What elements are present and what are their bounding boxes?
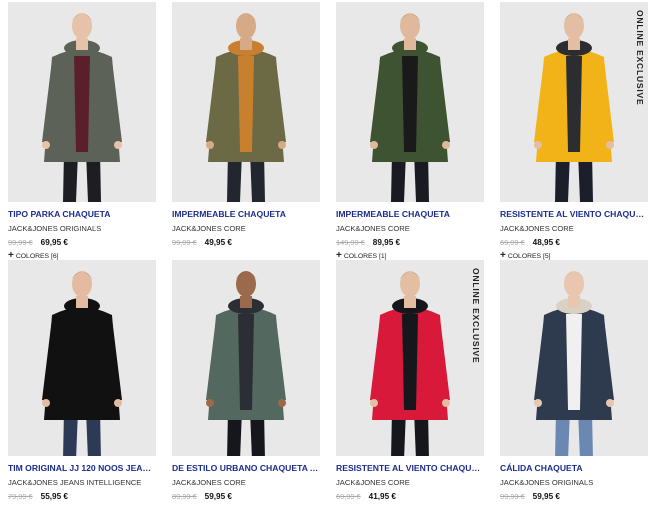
sale-price: 89,95 € (372, 238, 401, 247)
product-photo[interactable] (500, 260, 648, 456)
original-price: 79,99 € (8, 492, 33, 501)
product-prices: 99,99 € 49,95 € (172, 238, 320, 247)
sale-price: 59,95 € (204, 492, 232, 501)
product-photo[interactable] (8, 2, 156, 202)
product-brand: JACK&JONES CORE (172, 224, 246, 233)
original-price: 99,99 € (8, 238, 33, 247)
original-price: 69,99 € (500, 238, 525, 247)
product-card[interactable]: DE ESTILO URBANO CHAQUETA ACOLCHADA JACK… (172, 252, 320, 504)
original-price: 89,99 € (172, 492, 197, 501)
product-photo[interactable] (172, 260, 320, 456)
product-photo[interactable]: ONLINE EXCLUSIVE (336, 260, 484, 456)
sale-price: 55,95 € (40, 492, 68, 501)
product-prices: 69,99 € 48,95 € (500, 238, 648, 247)
product-card[interactable]: IMPERMEABLE CHAQUETA JACK&JONES CORE 99,… (172, 0, 320, 252)
product-photo[interactable]: ONLINE EXCLUSIVE (500, 2, 648, 202)
product-prices: 149,99 € 89,95 € (336, 238, 484, 247)
sale-price: 49,95 € (204, 238, 232, 247)
original-price: 99,99 € (500, 492, 525, 501)
product-title[interactable]: TIM ORIGINAL JJ 120 NOOS JEANS SLIM FIT (8, 463, 156, 473)
model-figure (8, 2, 156, 202)
product-brand: JACK&JONES CORE (336, 478, 410, 487)
product-card[interactable]: IMPERMEABLE CHAQUETA JACK&JONES CORE 149… (336, 0, 484, 261)
product-prices: 99,99 € 69,95 € (8, 238, 156, 247)
product-photo[interactable] (336, 2, 484, 202)
product-title[interactable]: IMPERMEABLE CHAQUETA (172, 209, 320, 219)
product-brand: JACK&JONES CORE (500, 224, 574, 233)
product-card[interactable]: TIM ORIGINAL JJ 120 NOOS JEANS SLIM FIT … (8, 252, 156, 504)
model-figure (336, 260, 484, 456)
model-figure (500, 2, 648, 202)
product-card[interactable]: ONLINE EXCLUSIVE RESISTENTE AL VIENTO CH… (336, 252, 484, 504)
product-card[interactable]: CÁLIDA CHAQUETA JACK&JONES ORIGINALS 99,… (500, 252, 648, 504)
product-title[interactable]: CÁLIDA CHAQUETA (500, 463, 648, 473)
product-grid: TIPO PARKA CHAQUETA JACK&JONES ORIGINALS… (0, 0, 650, 504)
product-brand: JACK&JONES JEANS INTELLIGENCE (8, 478, 142, 487)
sale-price: 59,95 € (532, 492, 560, 501)
original-price: 149,99 € (336, 238, 365, 247)
product-photo[interactable] (8, 260, 156, 456)
product-brand: JACK&JONES ORIGINALS (8, 224, 102, 233)
product-prices: 99,99 € 59,95 € (500, 492, 648, 501)
sale-price: 41,95 € (368, 492, 396, 501)
model-figure (172, 260, 320, 456)
product-prices: 89,99 € 59,95 € (172, 492, 320, 501)
product-card[interactable]: TIPO PARKA CHAQUETA JACK&JONES ORIGINALS… (8, 0, 156, 261)
product-title[interactable]: RESISTENTE AL VIENTO CHAQUETA (500, 209, 648, 219)
online-exclusive-badge: ONLINE EXCLUSIVE (471, 268, 481, 364)
model-figure (8, 260, 156, 456)
original-price: 69,99 € (336, 492, 361, 501)
model-figure (172, 2, 320, 202)
sale-price: 48,95 € (532, 238, 560, 247)
product-title[interactable]: RESISTENTE AL VIENTO CHAQUETA (336, 463, 484, 473)
original-price: 99,99 € (172, 238, 197, 247)
product-brand: JACK&JONES ORIGINALS (500, 478, 594, 487)
product-prices: 69,99 € 41,95 € (336, 492, 484, 501)
sale-price: 69,95 € (40, 238, 68, 247)
product-brand: JACK&JONES CORE (172, 478, 246, 487)
product-title[interactable]: IMPERMEABLE CHAQUETA (336, 209, 484, 219)
product-title[interactable]: TIPO PARKA CHAQUETA (8, 209, 156, 219)
online-exclusive-badge: ONLINE EXCLUSIVE (635, 10, 645, 106)
product-prices: 79,99 € 55,95 € (8, 492, 156, 501)
product-card[interactable]: ONLINE EXCLUSIVE RESISTENTE AL VIENTO CH… (500, 0, 648, 261)
product-brand: JACK&JONES CORE (336, 224, 410, 233)
model-figure (336, 2, 484, 202)
product-photo[interactable] (172, 2, 320, 202)
model-figure (500, 260, 648, 456)
product-title[interactable]: DE ESTILO URBANO CHAQUETA ACOLCHADA (172, 463, 320, 473)
